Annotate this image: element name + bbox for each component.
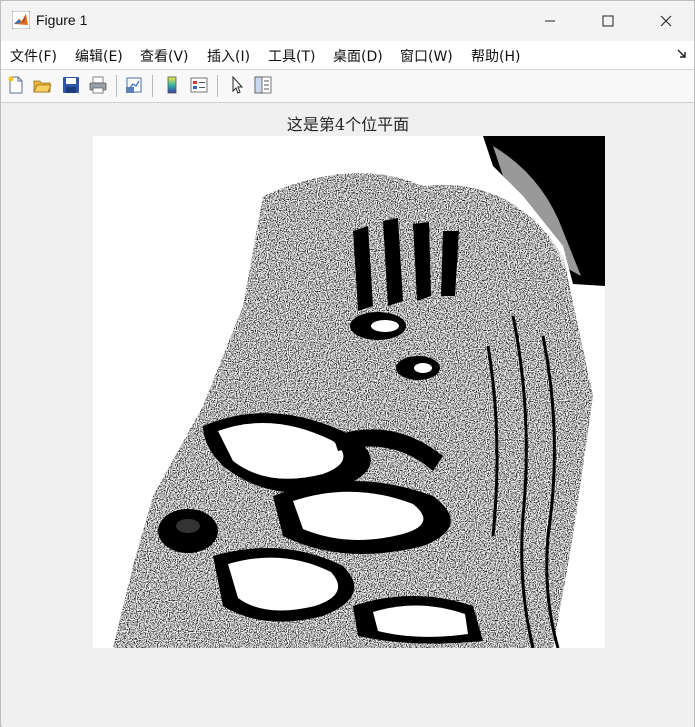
maximize-button[interactable] (579, 1, 637, 41)
menu-tools[interactable]: 工具(T) (268, 46, 315, 66)
link-plot-button[interactable] (123, 74, 145, 96)
insert-legend-button[interactable] (188, 74, 210, 96)
open-file-icon (33, 80, 52, 93)
menu-desktop[interactable]: 桌面(D) (333, 46, 383, 66)
figure-window: Figure 1 文件(F) 编辑(E) 查看(V) 插入(I) 工具(T) 桌… (0, 0, 695, 727)
menu-bar: 文件(F) 编辑(E) 查看(V) 插入(I) 工具(T) 桌面(D) 窗口(W… (1, 41, 694, 70)
menu-insert[interactable]: 插入(I) (207, 46, 250, 66)
figure-toolbar (1, 70, 694, 103)
save-icon (63, 77, 79, 93)
open-property-inspector-button[interactable] (252, 74, 274, 96)
toolbar-separator (217, 75, 218, 97)
title-bar: Figure 1 (1, 1, 694, 41)
new-figure-button[interactable] (5, 74, 27, 96)
new-figure-icon (8, 76, 23, 94)
toolbar-separator (152, 75, 153, 97)
menu-edit[interactable]: 编辑(E) (75, 46, 123, 66)
open-property-inspector-icon (254, 76, 272, 94)
insert-legend-icon (190, 77, 208, 93)
insert-colorbar-icon (167, 76, 177, 94)
save-button[interactable] (60, 74, 82, 96)
bit-plane-image[interactable] (93, 136, 605, 648)
link-plot-icon (126, 77, 142, 93)
insert-colorbar-button[interactable] (161, 74, 183, 96)
minimize-icon (545, 20, 555, 22)
minimize-button[interactable] (521, 1, 579, 41)
maximize-icon (602, 15, 614, 27)
window-title: Figure 1 (36, 12, 88, 28)
axes-title: 这是第4个位平面 (286, 115, 410, 134)
dock-arrow-icon[interactable] (676, 47, 688, 61)
menu-help[interactable]: 帮助(H) (471, 46, 520, 66)
print-icon (89, 76, 107, 94)
open-file-button[interactable] (31, 74, 53, 96)
edit-plot-icon (232, 75, 244, 94)
figure-canvas[interactable]: 这是第4个位平面 (2, 103, 694, 727)
matlab-logo-icon (12, 11, 30, 29)
menu-view[interactable]: 查看(V) (140, 46, 189, 66)
toolbar-separator (116, 75, 117, 97)
close-icon (660, 15, 672, 27)
menu-file[interactable]: 文件(F) (10, 46, 57, 66)
edit-plot-button[interactable] (226, 74, 248, 96)
close-button[interactable] (637, 1, 695, 41)
menu-window[interactable]: 窗口(W) (400, 46, 453, 66)
print-button[interactable] (87, 74, 109, 96)
